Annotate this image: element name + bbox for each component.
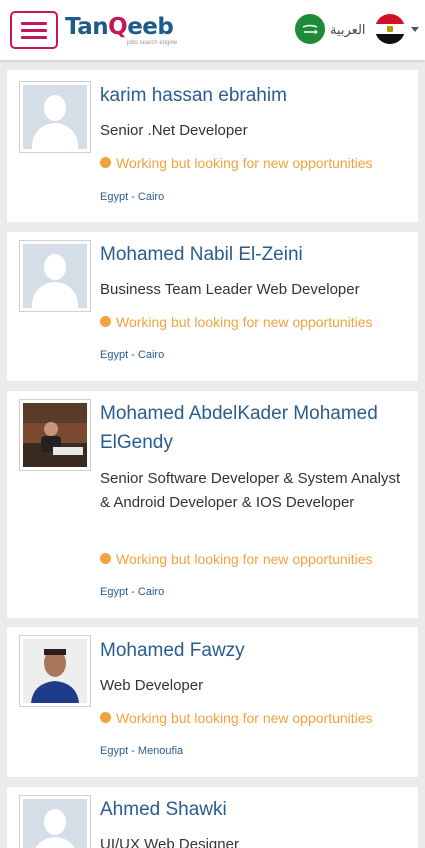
status-text: Working but looking for new opportunitie…: [116, 710, 373, 726]
profile-location: Egypt - Cairo: [100, 586, 165, 598]
profile-card[interactable]: Mohamed AbdelKader Mohamed ElGendy Senio…: [7, 391, 418, 618]
avatar[interactable]: [19, 81, 91, 153]
profile-name[interactable]: Mohamed Fawzy: [100, 636, 405, 665]
hamburger-icon-line: [21, 36, 47, 39]
profile-location: Egypt - Menoufia: [100, 745, 184, 757]
hamburger-icon-line: [21, 29, 47, 32]
avatar[interactable]: [19, 399, 91, 471]
hamburger-icon-line: [21, 22, 47, 25]
profile-location: Egypt - Cairo: [100, 191, 165, 203]
language-label: العربية: [330, 22, 366, 37]
country-selector[interactable]: [375, 14, 419, 44]
logo-wordmark: TanQeeb: [65, 14, 174, 40]
profile-name[interactable]: Mohamed Nabil El-Zeini: [100, 240, 405, 269]
status-dot-icon: [100, 316, 111, 327]
profile-photo: [23, 639, 87, 703]
default-user-icon: [23, 85, 87, 149]
default-user-icon: [23, 799, 87, 848]
egypt-flag-icon: [375, 14, 405, 44]
logo-tagline: jobs search engine: [127, 40, 178, 46]
status-dot-icon: [100, 712, 111, 723]
status-dot-icon: [100, 157, 111, 168]
status-dot-icon: [100, 553, 111, 564]
profile-job-title: Business Team Leader Web Developer: [100, 281, 360, 298]
saudi-flag-icon: [295, 14, 325, 44]
avatar[interactable]: [19, 635, 91, 707]
profile-card[interactable]: Mohamed Fawzy Web Developer Working but …: [7, 627, 418, 777]
chevron-down-icon: [411, 27, 419, 32]
status-text: Working but looking for new opportunitie…: [116, 314, 373, 330]
profile-name[interactable]: Ahmed Shawki: [100, 795, 405, 824]
profile-card[interactable]: Ahmed Shawki UI/UX Web Designer: [7, 787, 418, 848]
profile-job-title: UI/UX Web Designer: [100, 836, 239, 848]
profile-card[interactable]: Mohamed Nabil El-Zeini Business Team Lea…: [7, 232, 418, 381]
avatar[interactable]: [19, 240, 91, 312]
profile-job-title: Web Developer: [100, 677, 204, 694]
default-user-icon: [23, 244, 87, 308]
profile-name[interactable]: Mohamed AbdelKader Mohamed ElGendy: [100, 399, 405, 457]
profile-name[interactable]: karim hassan ebrahim: [100, 81, 405, 110]
avatar[interactable]: [19, 795, 91, 848]
profile-photo: [23, 403, 87, 467]
menu-button[interactable]: [10, 11, 58, 49]
status-text: Working but looking for new opportunitie…: [116, 155, 373, 171]
profile-location: Egypt - Cairo: [100, 349, 165, 361]
tanqeeb-logo[interactable]: TanQeeb jobs search engine: [65, 14, 177, 50]
app-header: TanQeeb jobs search engine العربية: [0, 0, 425, 60]
status-text: Working but looking for new opportunitie…: [116, 551, 373, 567]
profile-job-title: Senior Software Developer & System Analy…: [100, 470, 401, 511]
profile-card[interactable]: karim hassan ebrahim Senior .Net Develop…: [7, 70, 418, 222]
profile-job-title: Senior .Net Developer: [100, 122, 248, 139]
